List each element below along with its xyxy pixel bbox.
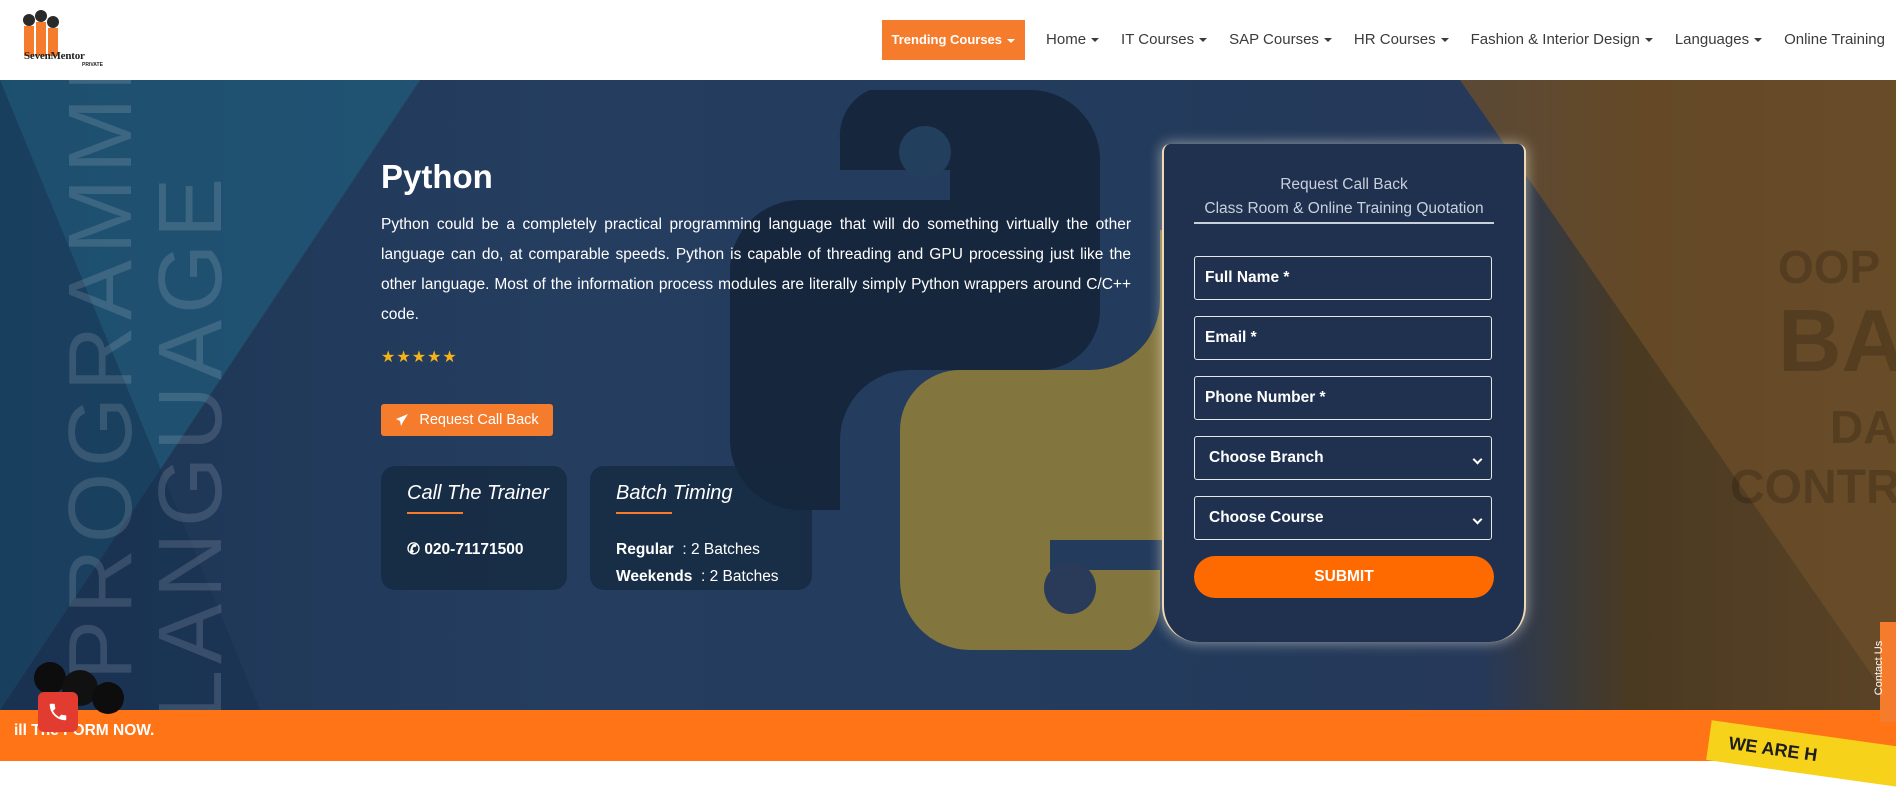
bottom-ticker-strip: [0, 710, 1896, 761]
batch-timing-title: Batch Timing: [616, 482, 733, 505]
weekends-value: : 2 Batches: [701, 568, 779, 585]
phone-number-input[interactable]: Phone Number *: [1194, 376, 1492, 420]
logo-subtext: PRIVATE: [82, 62, 103, 68]
nav-sap-courses[interactable]: SAP Courses: [1218, 20, 1343, 60]
main-nav: Trending Courses Home IT Courses SAP Cou…: [882, 20, 1896, 60]
submit-button[interactable]: SUBMIT: [1194, 556, 1494, 598]
request-callback-form: Request Call Back Class Room & Online Tr…: [1162, 144, 1526, 642]
chevron-down-icon: [1007, 39, 1015, 43]
nav-online-training[interactable]: Online Training: [1773, 20, 1896, 60]
batch-timing-card: Batch Timing Regular : 2 Batches Weekend…: [590, 466, 812, 590]
bg-text-right: DA: [1830, 400, 1896, 454]
paper-plane-icon: [395, 413, 409, 427]
trainer-phone-number: 020-71171500: [424, 541, 523, 558]
weekends-label: Weekends: [616, 568, 692, 585]
bg-text-right: CONTRO: [1730, 460, 1896, 515]
form-subheading: Class Room & Online Training Quotation: [1194, 200, 1494, 224]
regular-value: : 2 Batches: [682, 541, 760, 558]
nav-it-courses[interactable]: IT Courses: [1110, 20, 1218, 60]
choose-branch-select[interactable]: Choose Branch: [1194, 436, 1492, 480]
title-underline: [616, 512, 672, 514]
request-call-back-button[interactable]: Request Call Back: [381, 404, 553, 436]
regular-label: Regular: [616, 541, 674, 558]
chevron-down-icon: [1441, 38, 1449, 42]
contact-us-label: Contact Us: [1873, 641, 1885, 695]
call-trainer-title: Call The Trainer: [407, 482, 549, 505]
course-title: Python: [381, 158, 493, 196]
full-name-input[interactable]: Full Name *: [1194, 256, 1492, 300]
top-navigation-bar: SevenMentor PRIVATE Trending Courses Hom…: [0, 0, 1896, 81]
phone-icon: [47, 701, 69, 723]
bg-text-programming: PROGRAMMING: [50, 80, 153, 680]
call-trainer-card: Call The Trainer ✆ 020-71171500: [381, 466, 567, 590]
bg-text-right: OOP: [1778, 240, 1880, 294]
chevron-down-icon: [1473, 455, 1483, 465]
nav-hr-courses[interactable]: HR Courses: [1343, 20, 1460, 60]
chevron-down-icon: [1324, 38, 1332, 42]
chevron-down-icon: [1754, 38, 1762, 42]
choose-course-select[interactable]: Choose Course: [1194, 496, 1492, 540]
ticker-text: ill The FORM NOW.: [14, 722, 154, 740]
branch-select-value: Choose Branch: [1209, 449, 1324, 466]
contact-us-tab[interactable]: Contact Us: [1880, 622, 1896, 722]
nav-fashion-interior[interactable]: Fashion & Interior Design: [1460, 20, 1664, 60]
nav-trending-courses[interactable]: Trending Courses: [882, 20, 1026, 60]
nav-languages[interactable]: Languages: [1664, 20, 1773, 60]
chevron-down-icon: [1199, 38, 1207, 42]
bg-text-right: BA: [1778, 290, 1896, 392]
batch-timing-details: Regular : 2 Batches Weekends : 2 Batches: [616, 536, 779, 590]
bg-text-language: LANGUAGE: [140, 172, 243, 710]
nav-home[interactable]: Home: [1035, 20, 1110, 60]
course-select-value: Choose Course: [1209, 509, 1324, 526]
chevron-down-icon: [1473, 515, 1483, 525]
hero-section: PROGRAMMING LANGUAGE OOP BA DA CONTRO Py…: [0, 80, 1896, 710]
star-rating-icon: ★★★★★: [381, 347, 458, 367]
form-heading: Request Call Back: [1164, 176, 1524, 194]
phone-icon: ✆: [407, 541, 420, 558]
request-call-back-label: Request Call Back: [419, 412, 538, 428]
chevron-down-icon: [1645, 38, 1653, 42]
trainer-phone[interactable]: ✆ 020-71171500: [407, 536, 523, 563]
email-input[interactable]: Email *: [1194, 316, 1492, 360]
course-description: Python could be a completely practical p…: [381, 210, 1131, 330]
logo-text: SevenMentor: [24, 50, 85, 62]
chevron-down-icon: [1091, 38, 1099, 42]
floating-call-button[interactable]: [38, 692, 78, 732]
title-underline: [407, 512, 463, 514]
